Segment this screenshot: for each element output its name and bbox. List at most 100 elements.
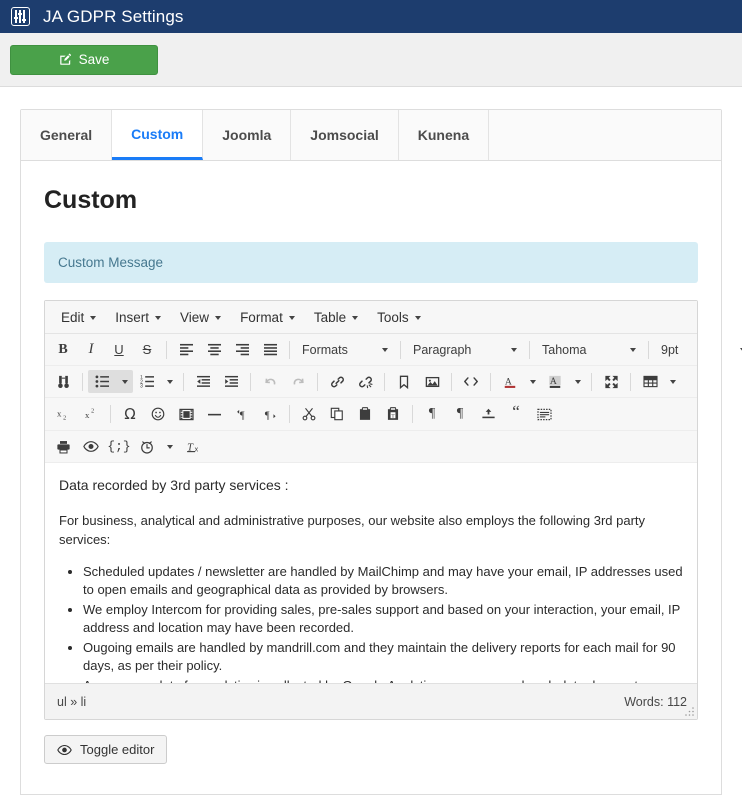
- subscript-icon[interactable]: x2: [49, 403, 77, 426]
- editor-toolbar-row-2: 123 A A: [45, 366, 697, 398]
- left-to-right-icon[interactable]: ¶: [228, 403, 256, 426]
- svg-text:¶: ¶: [239, 410, 244, 421]
- chevron-down-icon: [215, 315, 222, 320]
- copy-icon[interactable]: [323, 403, 351, 426]
- save-button[interactable]: Save: [10, 44, 158, 75]
- paste-as-text-icon[interactable]: T: [379, 403, 407, 426]
- link-icon[interactable]: [323, 370, 351, 393]
- right-to-left-icon[interactable]: ¶: [256, 403, 284, 426]
- toolbar-separator: [250, 372, 251, 391]
- numbered-list-dropdown[interactable]: [161, 370, 178, 393]
- bullet-list-dropdown[interactable]: [116, 370, 133, 393]
- background-color-splitbutton[interactable]: A: [541, 370, 586, 393]
- menu-format[interactable]: Format: [232, 308, 306, 327]
- background-color-icon[interactable]: A: [541, 370, 569, 393]
- align-justify-icon[interactable]: [256, 338, 284, 361]
- toolbar-separator: [82, 372, 83, 391]
- align-right-icon[interactable]: [228, 338, 256, 361]
- show-invisible-characters-icon[interactable]: ¶: [418, 403, 446, 426]
- preview-eye-icon[interactable]: [77, 435, 105, 458]
- insert-datetime-dropdown[interactable]: [161, 435, 178, 458]
- image-icon[interactable]: [418, 370, 446, 393]
- template-icon[interactable]: {;}: [105, 435, 133, 458]
- table-icon[interactable]: [636, 370, 664, 393]
- editor-content-area[interactable]: Data recorded by 3rd party services : Fo…: [45, 463, 697, 683]
- clock-icon[interactable]: [133, 435, 161, 458]
- fullscreen-icon[interactable]: [597, 370, 625, 393]
- redo-icon[interactable]: [284, 370, 312, 393]
- toolbar-separator: [648, 340, 649, 359]
- tab-kunena[interactable]: Kunena: [398, 110, 490, 160]
- menu-table[interactable]: Table: [306, 308, 369, 327]
- toolbar-separator: [412, 405, 413, 423]
- text-color-splitbutton[interactable]: A: [496, 370, 541, 393]
- page-body: General Custom Joomla Jomsocial Kunena C…: [0, 87, 742, 795]
- tinymce-editor: Edit Insert View Format Table Tools B I …: [44, 300, 742, 720]
- block-format-label: Paragraph: [413, 342, 472, 357]
- blockquote-icon[interactable]: “: [502, 400, 530, 428]
- superscript-icon[interactable]: x2: [77, 403, 105, 426]
- menu-tools[interactable]: Tools: [369, 308, 432, 327]
- font-family-dropdown[interactable]: Tahoma: [535, 338, 643, 361]
- formats-dropdown[interactable]: Formats: [295, 338, 395, 361]
- text-color-icon[interactable]: A: [496, 370, 524, 393]
- text-color-dropdown[interactable]: [524, 370, 541, 393]
- bullet-list-splitbutton[interactable]: [88, 370, 133, 393]
- menu-insert[interactable]: Insert: [107, 308, 172, 327]
- align-left-icon[interactable]: [172, 338, 200, 361]
- indent-icon[interactable]: [217, 370, 245, 393]
- media-film-icon[interactable]: [172, 403, 200, 426]
- cut-scissors-icon[interactable]: [295, 403, 323, 426]
- outdent-icon[interactable]: [189, 370, 217, 393]
- underline-icon[interactable]: U: [105, 338, 133, 361]
- insert-datetime-splitbutton[interactable]: [133, 435, 178, 458]
- visual-blocks-icon[interactable]: [530, 403, 558, 426]
- horizontal-rule-icon[interactable]: [200, 403, 228, 426]
- tab-jomsocial[interactable]: Jomsocial: [291, 110, 399, 160]
- toggle-editor-button[interactable]: Toggle editor: [44, 735, 168, 764]
- menu-edit[interactable]: Edit: [53, 308, 107, 327]
- unlink-icon[interactable]: [351, 370, 379, 393]
- tabs-filler: [489, 110, 721, 160]
- block-format-dropdown[interactable]: Paragraph: [406, 338, 524, 361]
- source-code-icon[interactable]: [457, 370, 485, 393]
- svg-text:x: x: [84, 410, 89, 420]
- toolbar-separator: [630, 372, 631, 391]
- strikethrough-icon[interactable]: S: [133, 338, 161, 361]
- tab-custom[interactable]: Custom: [112, 110, 204, 160]
- paste-icon[interactable]: [351, 403, 379, 426]
- italic-icon[interactable]: I: [77, 338, 105, 361]
- editor-toolbar-row-3: x2 x2 Ω ¶ ¶ T ¶ ¶ “: [45, 398, 697, 431]
- page-break-icon[interactable]: [474, 403, 502, 426]
- element-path[interactable]: ul » li: [57, 695, 86, 709]
- bullet-list-icon[interactable]: [88, 370, 116, 393]
- print-icon[interactable]: [49, 435, 77, 458]
- font-size-dropdown[interactable]: 9pt: [654, 338, 742, 361]
- table-splitbutton[interactable]: [636, 370, 681, 393]
- numbered-list-icon[interactable]: 123: [133, 370, 161, 393]
- table-dropdown[interactable]: [664, 370, 681, 393]
- anchor-bookmark-icon[interactable]: [390, 370, 418, 393]
- numbered-list-splitbutton[interactable]: 123: [133, 370, 178, 393]
- remove-format-icon[interactable]: Tx: [178, 435, 212, 458]
- align-center-icon[interactable]: [200, 338, 228, 361]
- special-character-icon[interactable]: Ω: [116, 403, 144, 426]
- menu-insert-label: Insert: [115, 310, 150, 325]
- list-item: Scheduled updates / newsletter are handl…: [83, 563, 683, 600]
- menu-view[interactable]: View: [172, 308, 232, 327]
- emoticon-icon[interactable]: [144, 403, 172, 426]
- menu-tools-label: Tools: [377, 310, 409, 325]
- chevron-down-icon: [574, 379, 581, 384]
- search-replace-icon[interactable]: [49, 370, 77, 393]
- undo-icon[interactable]: [256, 370, 284, 393]
- italic-glyph: I: [88, 341, 94, 357]
- menu-edit-label: Edit: [61, 310, 85, 325]
- resize-handle-icon[interactable]: [684, 706, 695, 717]
- bold-icon[interactable]: B: [49, 338, 77, 361]
- chevron-down-icon: [630, 347, 636, 352]
- svg-text:A: A: [550, 375, 557, 386]
- tab-joomla[interactable]: Joomla: [203, 110, 292, 160]
- background-color-dropdown[interactable]: [569, 370, 586, 393]
- tab-general[interactable]: General: [21, 110, 113, 160]
- nonbreaking-space-icon[interactable]: ¶: [446, 403, 474, 426]
